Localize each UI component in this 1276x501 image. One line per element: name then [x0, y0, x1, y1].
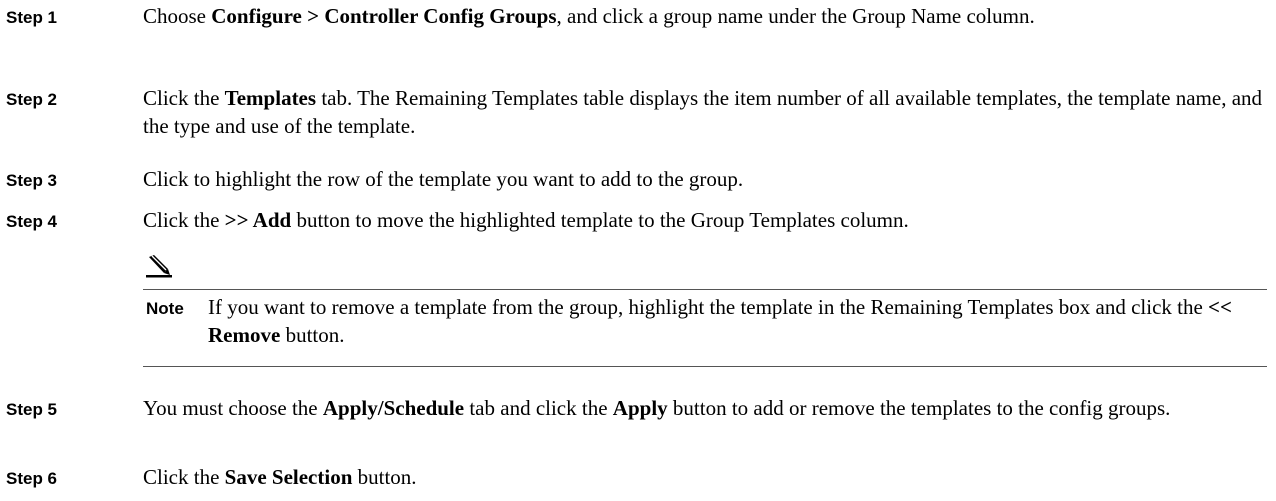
emphasis-text: Configure > Controller Config Groups	[211, 4, 557, 28]
emphasis-text: >> Add	[224, 208, 292, 232]
text-run: Click the	[143, 208, 225, 232]
note-top-rule	[143, 289, 1267, 290]
step-3-label: Step 3	[6, 171, 58, 190]
step-4-text: Click the >> Add button to move the high…	[143, 206, 1263, 234]
text-run: button to add or remove the templates to…	[667, 396, 1171, 420]
text-run: Choose	[143, 4, 212, 28]
text-run: button.	[352, 465, 417, 489]
text-run: You must choose the	[143, 396, 323, 420]
step-3-text: Click to highlight the row of the templa…	[143, 165, 1263, 193]
note-pencil-icon	[146, 255, 172, 278]
emphasis-text: Apply	[612, 396, 668, 420]
note-label: Note	[146, 299, 184, 318]
text-run: button.	[280, 323, 345, 347]
text-run: Click the	[143, 86, 225, 110]
step-2-label: Step 2	[6, 90, 58, 109]
note-text: If you want to remove a template from th…	[208, 293, 1268, 349]
emphasis-text: Apply/Schedule	[322, 396, 465, 420]
step-6-label: Step 6	[6, 469, 58, 488]
step-5-text: You must choose the Apply/Schedule tab a…	[143, 394, 1263, 422]
step-4-label: Step 4	[6, 212, 58, 231]
text-run: , and click a group name under the Group…	[556, 4, 1035, 28]
text-run: If you want to remove a template from th…	[208, 295, 1209, 319]
text-run: tab and click the	[464, 396, 613, 420]
step-5-label: Step 5	[6, 400, 58, 419]
emphasis-text: Save Selection	[224, 465, 353, 489]
text-run: Click to highlight the row of the templa…	[143, 167, 744, 191]
step-2-text: Click the Templates tab. The Remaining T…	[143, 84, 1263, 140]
step-1-text: Choose Configure > Controller Config Gro…	[143, 2, 1263, 30]
text-run: button to move the highlighted template …	[291, 208, 909, 232]
note-bottom-rule	[143, 366, 1267, 367]
step-6-text: Click the Save Selection button.	[143, 463, 1263, 491]
text-run: Click the	[143, 465, 225, 489]
emphasis-text: Templates	[224, 86, 317, 110]
step-1-label: Step 1	[6, 8, 58, 27]
